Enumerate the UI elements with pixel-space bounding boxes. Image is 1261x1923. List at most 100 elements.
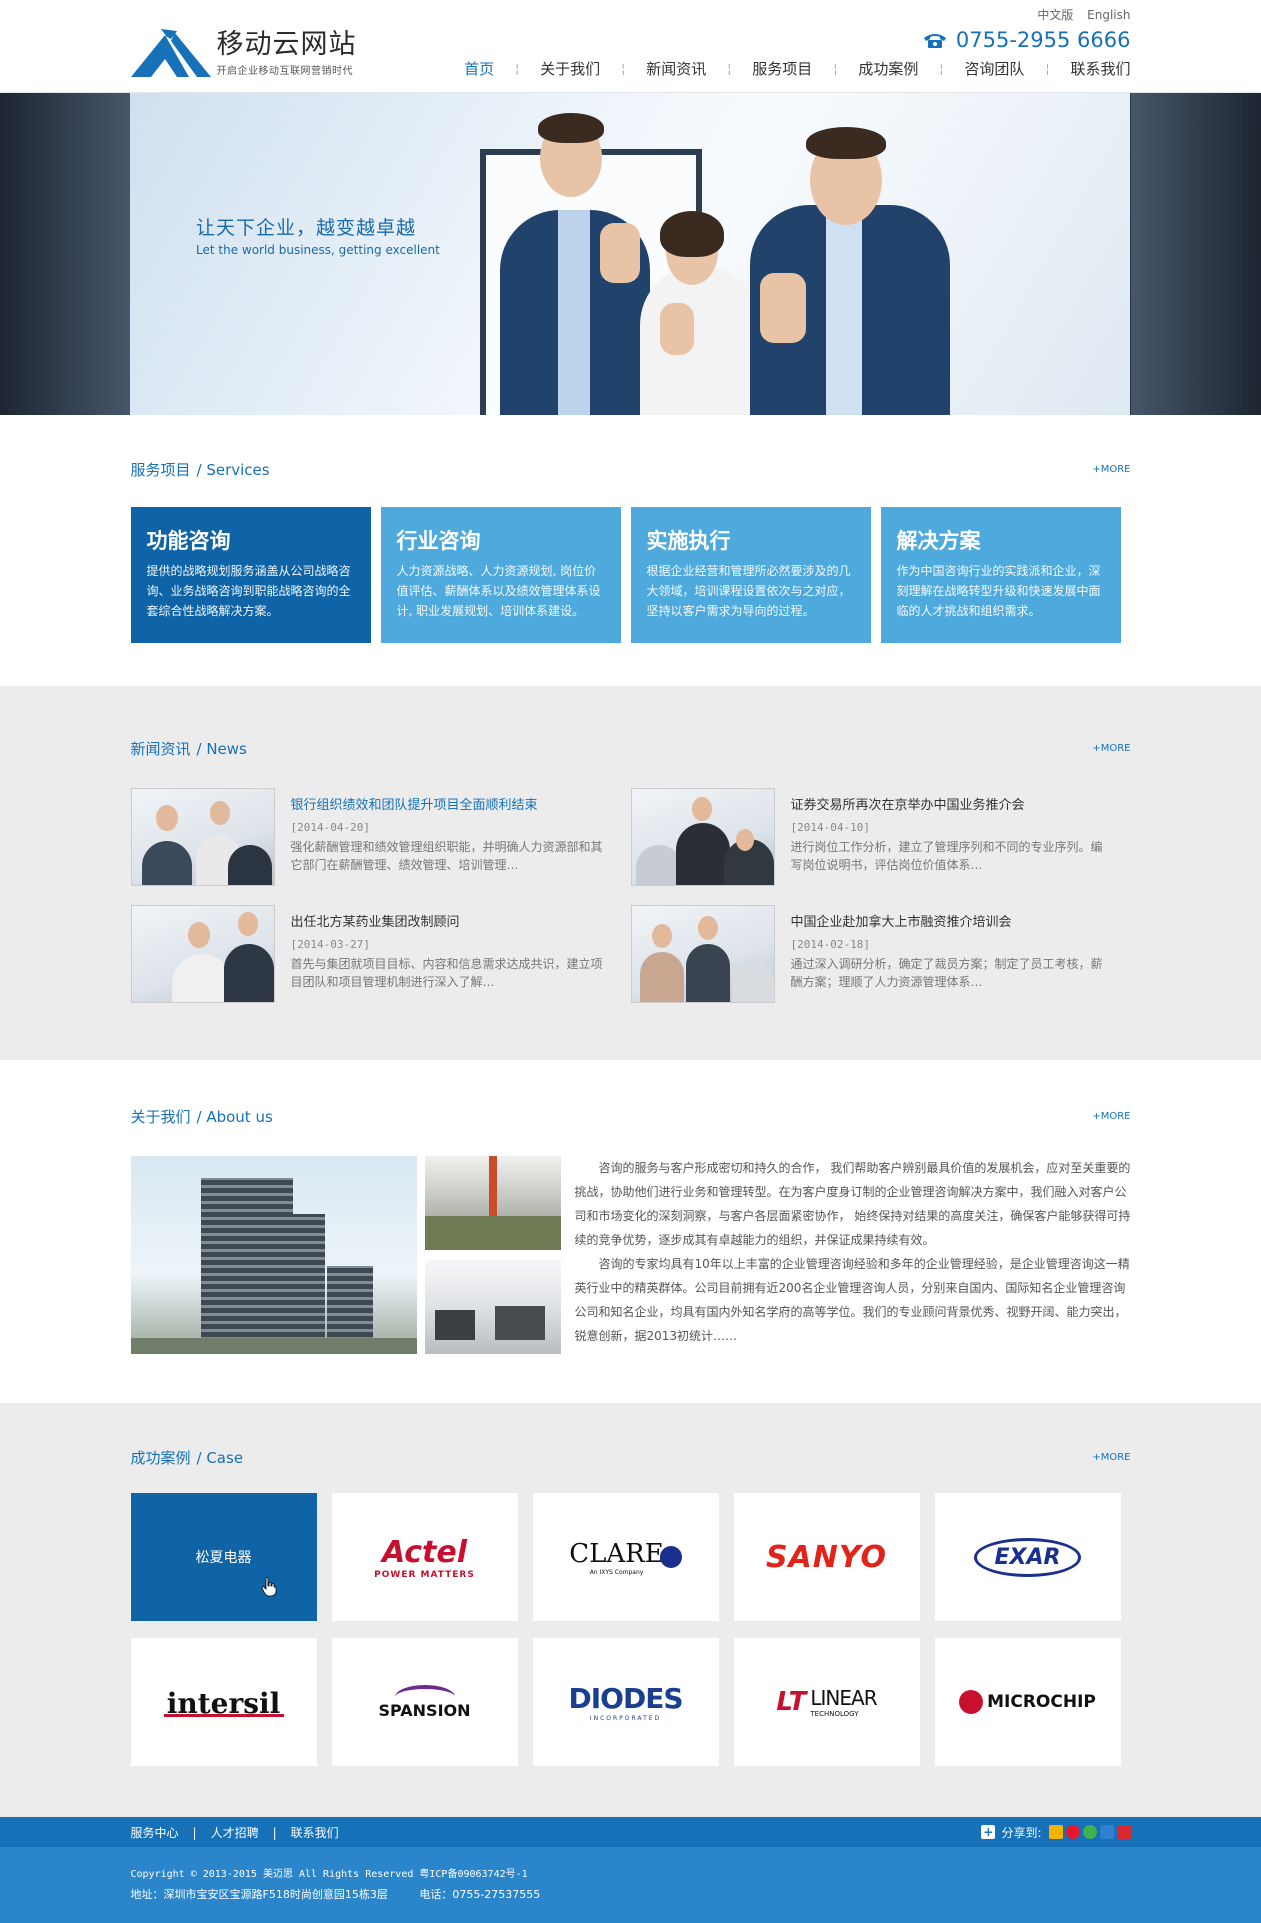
service-card-desc: 作为中国咨询行业的实践派和企业，深刻理解在战略转型升级和快速发展中面临的人才挑战… (896, 564, 1101, 618)
about-title: 关于我们 / About us (130, 1108, 273, 1126)
case-item[interactable]: intersil (130, 1638, 317, 1766)
nav-cases[interactable]: 成功案例 (858, 58, 918, 79)
case-logo-text: SANYO (765, 1539, 888, 1575)
case-item[interactable]: MICROCHIP (934, 1638, 1121, 1766)
case-item[interactable]: Actel POWER MATTERS (331, 1493, 518, 1621)
diodes-logo: DIODES INCORPORATED (569, 1682, 684, 1722)
case-logo-text: SPANSION (378, 1700, 471, 1720)
nav-services[interactable]: 服务项目 (752, 58, 812, 79)
case-item[interactable]: SANYO (733, 1493, 920, 1621)
cases-section: 成功案例 / Case +MORE 松夏电器 Actel POWER MATTER… (0, 1403, 1261, 1817)
services-more-link[interactable]: +MORE (1092, 464, 1130, 475)
microchip-m-icon (959, 1690, 984, 1714)
news-item-title[interactable]: 出任北方某药业集团改制顾问 (291, 911, 607, 930)
nav-separator: ¦ (939, 61, 944, 76)
news-item-desc: 强化薪酬管理和绩效管理组织职能，并明确人力资源部和其它部门在薪酬管理、绩效管理、… (290, 840, 603, 872)
service-card-title: 实施执行 (646, 529, 731, 553)
footer-separator: | (272, 1825, 277, 1840)
clare-logo: CLARE An IXYS Company (569, 1539, 682, 1576)
cases-more-link[interactable]: +MORE (1092, 1452, 1130, 1463)
news-item[interactable]: 银行组织绩效和团队提升项目全面顺利结束 [2014-04-20] 强化薪酬管理和… (130, 788, 631, 886)
footer-link-contact[interactable]: 联系我们 (291, 1826, 339, 1840)
case-logo-text: EXAR (994, 1544, 1061, 1570)
linear-lt-icon: LT (776, 1687, 807, 1717)
intersil-logo: intersil (163, 1687, 284, 1720)
footer-link-jobs[interactable]: 人才招聘 (211, 1826, 259, 1840)
case-logo-sub: TECHNOLOGY (810, 1710, 859, 1718)
news-item-title[interactable]: 银行组织绩效和团队提升项目全面顺利结束 (291, 794, 607, 813)
news-item-title[interactable]: 中国企业赴加拿大上市融资推介培训会 (791, 911, 1107, 930)
share-label: 分享到: (1001, 1825, 1042, 1840)
banner-person (730, 93, 950, 415)
about-paragraph: 咨询的服务与客户形成密切和持久的合作， 我们帮助客户辨别最具价值的发展机会，应对… (574, 1161, 1131, 1247)
services-heading: 服务项目 / Services +MORE (131, 459, 1131, 479)
case-logo-text: LINEAR (810, 1686, 877, 1710)
banner-right-shade (1131, 93, 1261, 415)
nav-separator: ¦ (1045, 61, 1050, 76)
nav-separator: ¦ (621, 61, 626, 76)
footer-nav-bar: 服务中心 | 人才招聘 | 联系我们 + 分享到: (0, 1817, 1261, 1847)
phone-text: 0755-2955 6666 (955, 28, 1131, 52)
news-item[interactable]: 证券交易所再次在京举办中国业务推介会 [2014-04-10] 进行岗位工作分析… (630, 788, 1131, 886)
language-switch: 中文版 English (1027, 6, 1130, 23)
hero-banner[interactable]: 让天下企业，越变越卓越 Let the world business, gett… (0, 93, 1261, 415)
case-item[interactable]: SPANSION (331, 1638, 518, 1766)
about-more-link[interactable]: +MORE (1092, 1111, 1130, 1122)
footer-separator: | (192, 1825, 197, 1840)
service-card-desc: 根据企业经营和管理所必然要涉及的几大领域，培训课程设置依次与之对应，坚持以客户需… (646, 564, 851, 618)
microchip-logo: MICROCHIP (959, 1690, 1096, 1714)
hand-cursor-icon (261, 1577, 276, 1597)
service-card[interactable]: 功能咨询 提供的战略规划服务涵盖从公司战略咨询、业务战略咨询到职能战略咨询的全套… (130, 507, 371, 643)
share-plus-icon[interactable]: + (981, 1825, 996, 1839)
nav-separator: ¦ (515, 61, 520, 76)
service-card[interactable]: 行业咨询 人力资源战略、人力资源规划, 岗位价值评估、薪酬体系以及绩效管理体系设… (380, 507, 621, 643)
about-heading: 关于我们 / About us +MORE (131, 1106, 1131, 1126)
phone-icon (923, 34, 946, 48)
case-item-active[interactable]: 松夏电器 (130, 1493, 317, 1621)
lang-chinese[interactable]: 中文版 (1037, 8, 1073, 22)
service-card-title: 行业咨询 (396, 529, 481, 553)
service-card-title: 功能咨询 (146, 529, 231, 553)
nav-about[interactable]: 关于我们 (540, 58, 600, 79)
actel-logo: Actel POWER MATTERS (374, 1535, 475, 1580)
footer-tel: 电话：0755-27537555 (419, 1888, 541, 1901)
tencent-share-icon[interactable] (1116, 1825, 1131, 1839)
footer-address-line: 地址：深圳市宝安区宝源路F518时尚创意园15栋3层 电话：0755-27537… (131, 1886, 1131, 1902)
site-logo[interactable]: 移动云网站 开启企业移动互联网营销时代 (130, 26, 357, 80)
case-item[interactable]: DIODES INCORPORATED (532, 1638, 719, 1766)
news-heading: 新闻资讯 / News +MORE (131, 738, 1131, 758)
news-item-desc: 首先与集团就项目目标、内容和信息需求达成共识，建立项目团队和项目管理机制进行深入… (290, 957, 603, 989)
nav-team[interactable]: 咨询团队 (964, 58, 1024, 79)
service-card-title: 解决方案 (896, 529, 981, 553)
nav-home[interactable]: 首页 (464, 58, 494, 79)
about-section: 关于我们 / About us +MORE 咨询的服务与客户形成密切和持久的合作… (0, 1060, 1261, 1403)
news-thumbnail (630, 788, 775, 886)
nav-news[interactable]: 新闻资讯 (646, 58, 706, 79)
case-item[interactable]: EXAR (934, 1493, 1121, 1621)
qzone-share-icon[interactable] (1048, 1825, 1063, 1839)
case-logo-text: Actel (381, 1534, 468, 1570)
case-logo-text: CLARE (569, 1538, 664, 1569)
exar-logo: EXAR (973, 1537, 1082, 1577)
banner-left-shade (0, 93, 130, 415)
banner-subtitle: Let the world business, getting excellen… (196, 243, 440, 257)
nav-contact[interactable]: 联系我们 (1070, 58, 1130, 79)
main-nav: 首页 ¦ 关于我们 ¦ 新闻资讯 ¦ 服务项目 ¦ 成功案例 ¦ 咨询团队 ¦ … (464, 58, 1130, 79)
news-item-title[interactable]: 证券交易所再次在京举办中国业务推介会 (791, 794, 1107, 813)
renren-share-icon[interactable] (1099, 1825, 1114, 1839)
weibo-share-icon[interactable] (1065, 1825, 1080, 1839)
news-item[interactable]: 中国企业赴加拿大上市融资推介培训会 [2014-02-18] 通过深入调研分析，… (630, 905, 1131, 1003)
lang-english[interactable]: English (1087, 8, 1130, 22)
cases-title: 成功案例 / Case (130, 1449, 244, 1467)
news-item[interactable]: 出任北方某药业集团改制顾问 [2014-03-27] 首先与集团就项目目标、内容… (130, 905, 631, 1003)
news-item-date: [2014-03-27] (290, 938, 370, 951)
case-item[interactable]: LT LINEAR TECHNOLOGY (733, 1638, 920, 1766)
service-card[interactable]: 解决方案 作为中国咨询行业的实践派和企业，深刻理解在战略转型升级和快速发展中面临… (880, 507, 1121, 643)
footer-info: Copyright © 2013-2015 美迈思 All Rights Res… (0, 1847, 1261, 1923)
news-more-link[interactable]: +MORE (1092, 743, 1130, 754)
footer-link-service[interactable]: 服务中心 (131, 1826, 179, 1840)
about-text: 咨询的服务与客户形成密切和持久的合作， 我们帮助客户辨别最具价值的发展机会，应对… (575, 1156, 1131, 1364)
service-card[interactable]: 实施执行 根据企业经营和管理所必然要涉及的几大领域，培训课程设置依次与之对应，坚… (630, 507, 871, 643)
wechat-share-icon[interactable] (1082, 1825, 1097, 1839)
case-item[interactable]: CLARE An IXYS Company (532, 1493, 719, 1621)
